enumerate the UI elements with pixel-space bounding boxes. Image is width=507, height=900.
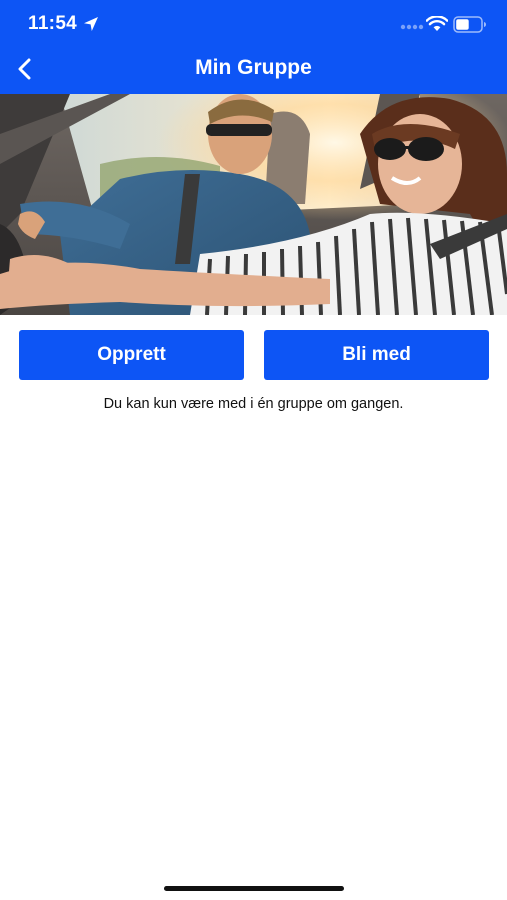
join-group-button[interactable]: Bli med [264, 330, 489, 380]
page-title: Min Gruppe [195, 56, 312, 79]
navigation-bar: Min Gruppe [0, 44, 507, 94]
status-time: 11:54 [28, 13, 78, 34]
battery-icon [453, 16, 486, 33]
wifi-icon [426, 16, 448, 31]
group-limit-info: Du kan kun være med i én gruppe om gange… [103, 396, 404, 412]
create-group-button[interactable]: Opprett [19, 330, 244, 380]
status-bar: 11:54 [0, 0, 507, 44]
couple-driving-car-photo [0, 94, 507, 315]
cellular-signal-icon [400, 24, 424, 30]
location-arrow-icon [84, 17, 98, 31]
hero-image [0, 94, 507, 315]
home-indicator [164, 886, 344, 891]
